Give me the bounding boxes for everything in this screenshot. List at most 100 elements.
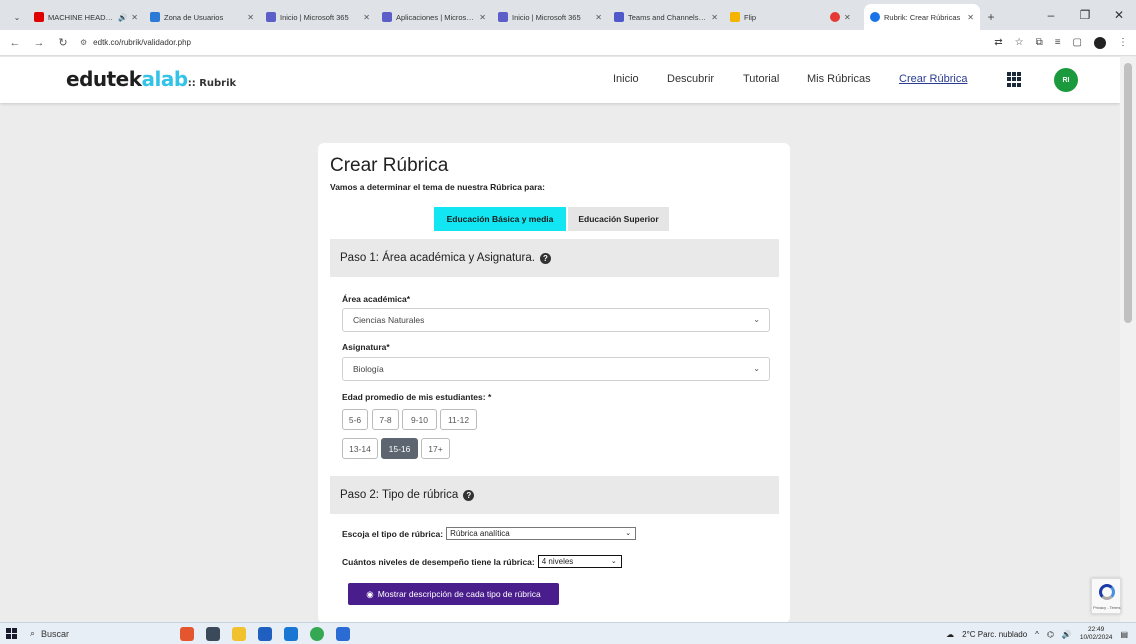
translate-icon[interactable]: ⇄ [994, 37, 1002, 48]
close-tab-icon[interactable]: ✕ [247, 13, 254, 22]
show-description-button[interactable]: ◉ Mostrar descripción de cada tipo de rú… [348, 583, 559, 605]
page-scrollbar[interactable] [1120, 57, 1136, 622]
type-select[interactable]: Rúbrica analítica ⌄ [446, 527, 637, 540]
taskbar: ⌕ Buscar ☁ 2°C Parc. nublado ^ ⌬ 🔊 22:49… [0, 622, 1136, 644]
browser-tab[interactable]: Zona de Usuarios ✕ [144, 4, 260, 30]
browser-tab[interactable]: MACHINE HEAD - Th 🔊 ✕ [28, 4, 144, 30]
age-option[interactable]: 5-6 [342, 409, 368, 430]
reading-list-icon[interactable]: ≡ [1055, 37, 1061, 48]
age-option[interactable]: 9-10 [402, 409, 437, 430]
step1-title: Paso 1: Área académica y Asignatura. [340, 252, 535, 264]
close-tab-icon[interactable]: ✕ [844, 13, 851, 22]
page-title: Crear Rúbrica [330, 155, 449, 176]
subject-value: Biología [353, 364, 384, 374]
volume-icon[interactable]: 🔊 [1062, 630, 1072, 639]
recaptcha-text[interactable]: Privacy - Terms [1093, 605, 1120, 610]
youtube-icon [34, 12, 44, 22]
weather-icon[interactable]: ☁ [946, 630, 954, 639]
nav-inicio[interactable]: Inicio [613, 73, 639, 85]
new-tab-icon[interactable]: + [980, 4, 1002, 30]
browser-tab[interactable]: Aplicaciones | Microsoft 3 ✕ [376, 4, 492, 30]
avatar[interactable]: RI [1054, 68, 1078, 92]
browser-tab-active[interactable]: Rubrik: Crear Rúbricas ✕ [864, 4, 980, 30]
audio-icon: 🔊 [117, 12, 128, 22]
nav-mis-rubricas[interactable]: Mis Rúbricas [807, 73, 871, 85]
url-text[interactable]: edtk.co/rubrik/validador.php [93, 38, 191, 47]
age-option[interactable]: 7-8 [372, 409, 399, 430]
restore-icon[interactable]: ❐ [1068, 0, 1102, 30]
edutekalab-logo[interactable]: edutekalab:: Rubrik [66, 67, 236, 91]
profile-icon[interactable] [1094, 36, 1106, 49]
file-explorer-icon[interactable] [232, 626, 246, 641]
level-basic-button[interactable]: Educación Básica y media [434, 207, 566, 231]
taskbar-search[interactable]: ⌕ Buscar [30, 628, 140, 639]
browser-tab[interactable]: Teams and Channels | Go ✕ [608, 4, 724, 30]
sidepanel-icon[interactable]: ▢ [1073, 37, 1082, 48]
task-view-icon[interactable] [206, 626, 220, 641]
record-icon [830, 12, 840, 22]
area-select[interactable]: Ciencias Naturales ⌄ [342, 308, 770, 332]
tab-title: MACHINE HEAD - Th [48, 12, 114, 22]
levels-value: 4 niveles [541, 557, 574, 566]
weather-text[interactable]: 2°C Parc. nublado [962, 630, 1027, 639]
age-option[interactable]: 17+ [421, 438, 450, 459]
chrome-icon[interactable] [310, 626, 324, 641]
close-tab-icon[interactable]: ✕ [131, 13, 138, 22]
address-bar[interactable]: ⚙ edtk.co/rubrik/validador.php [80, 33, 191, 53]
type-value: Rúbrica analítica [450, 529, 510, 538]
age-option[interactable]: 13-14 [342, 438, 378, 459]
site-favicon-icon [150, 12, 160, 22]
browser-tab[interactable]: Inicio | Microsoft 365 ✕ [260, 4, 376, 30]
nav-tutorial[interactable]: Tutorial [743, 73, 779, 85]
browser-tab[interactable]: ✕ [824, 4, 864, 30]
back-icon[interactable]: ← [8, 37, 22, 49]
close-tab-icon[interactable]: ✕ [363, 13, 370, 22]
recaptcha-badge[interactable]: Privacy - Terms [1091, 578, 1121, 614]
scrollbar-thumb[interactable] [1124, 63, 1132, 323]
teams-icon [614, 12, 624, 22]
widget-icon[interactable] [180, 626, 194, 641]
browser-tab[interactable]: Flip [724, 4, 824, 30]
close-tab-icon[interactable]: ✕ [711, 13, 718, 22]
nav-crear-rubrica[interactable]: Crear Rúbrica [899, 73, 967, 85]
tab-title: Teams and Channels | Go [628, 12, 708, 22]
extensions-icon[interactable]: ⧉ [1036, 37, 1043, 48]
age-option[interactable]: 11-12 [440, 409, 477, 430]
levels-select[interactable]: 4 niveles ⌄ [537, 555, 622, 568]
level-superior-button[interactable]: Educación Superior [568, 207, 669, 231]
notification-icon[interactable]: ▤ [1120, 630, 1128, 639]
forward-icon[interactable]: → [32, 37, 46, 49]
mail-icon[interactable] [284, 626, 298, 641]
store-icon[interactable] [258, 626, 272, 641]
windows-start-icon[interactable] [0, 623, 22, 644]
browser-tab[interactable]: Inicio | Microsoft 365 ✕ [492, 4, 608, 30]
minimize-icon[interactable]: – [1034, 0, 1068, 30]
tray-chevron-icon[interactable]: ^ [1035, 630, 1039, 639]
menu-icon[interactable]: ⋮ [1118, 37, 1128, 48]
bookmark-star-icon[interactable]: ☆ [1015, 37, 1024, 48]
nav-descubrir[interactable]: Descubrir [667, 73, 714, 85]
apps-grid-icon[interactable] [1007, 72, 1022, 87]
app-icon[interactable] [336, 626, 350, 641]
subject-select[interactable]: Biología ⌄ [342, 357, 770, 381]
age-option-selected[interactable]: 15-16 [381, 438, 418, 459]
recaptcha-icon [1099, 584, 1115, 600]
close-tab-icon[interactable]: ✕ [595, 13, 602, 22]
network-icon[interactable]: ⌬ [1047, 630, 1054, 639]
taskbar-clock[interactable]: 22:49 10/02/2024 [1080, 626, 1113, 642]
reload-icon[interactable]: ↻ [56, 36, 70, 49]
clock-date: 10/02/2024 [1079, 634, 1113, 641]
help-question-icon[interactable]: ? [539, 252, 551, 264]
close-tab-icon[interactable]: ✕ [479, 13, 486, 22]
m365-icon [382, 12, 392, 22]
chevron-down-icon: ⌄ [625, 530, 632, 537]
system-tray: ☁ 2°C Parc. nublado ^ ⌬ 🔊 22:49 10/02/20… [946, 623, 1128, 644]
site-info-icon[interactable]: ⚙ [80, 38, 87, 47]
tab-title: Rubrik: Crear Rúbricas [884, 12, 961, 22]
area-value: Ciencias Naturales [353, 315, 425, 325]
tab-search-icon[interactable]: ⌄ [6, 4, 28, 30]
close-window-icon[interactable]: ✕ [1102, 0, 1136, 30]
close-tab-icon[interactable]: ✕ [967, 13, 974, 22]
flip-icon [730, 12, 740, 22]
help-question-icon[interactable]: ? [463, 489, 475, 501]
